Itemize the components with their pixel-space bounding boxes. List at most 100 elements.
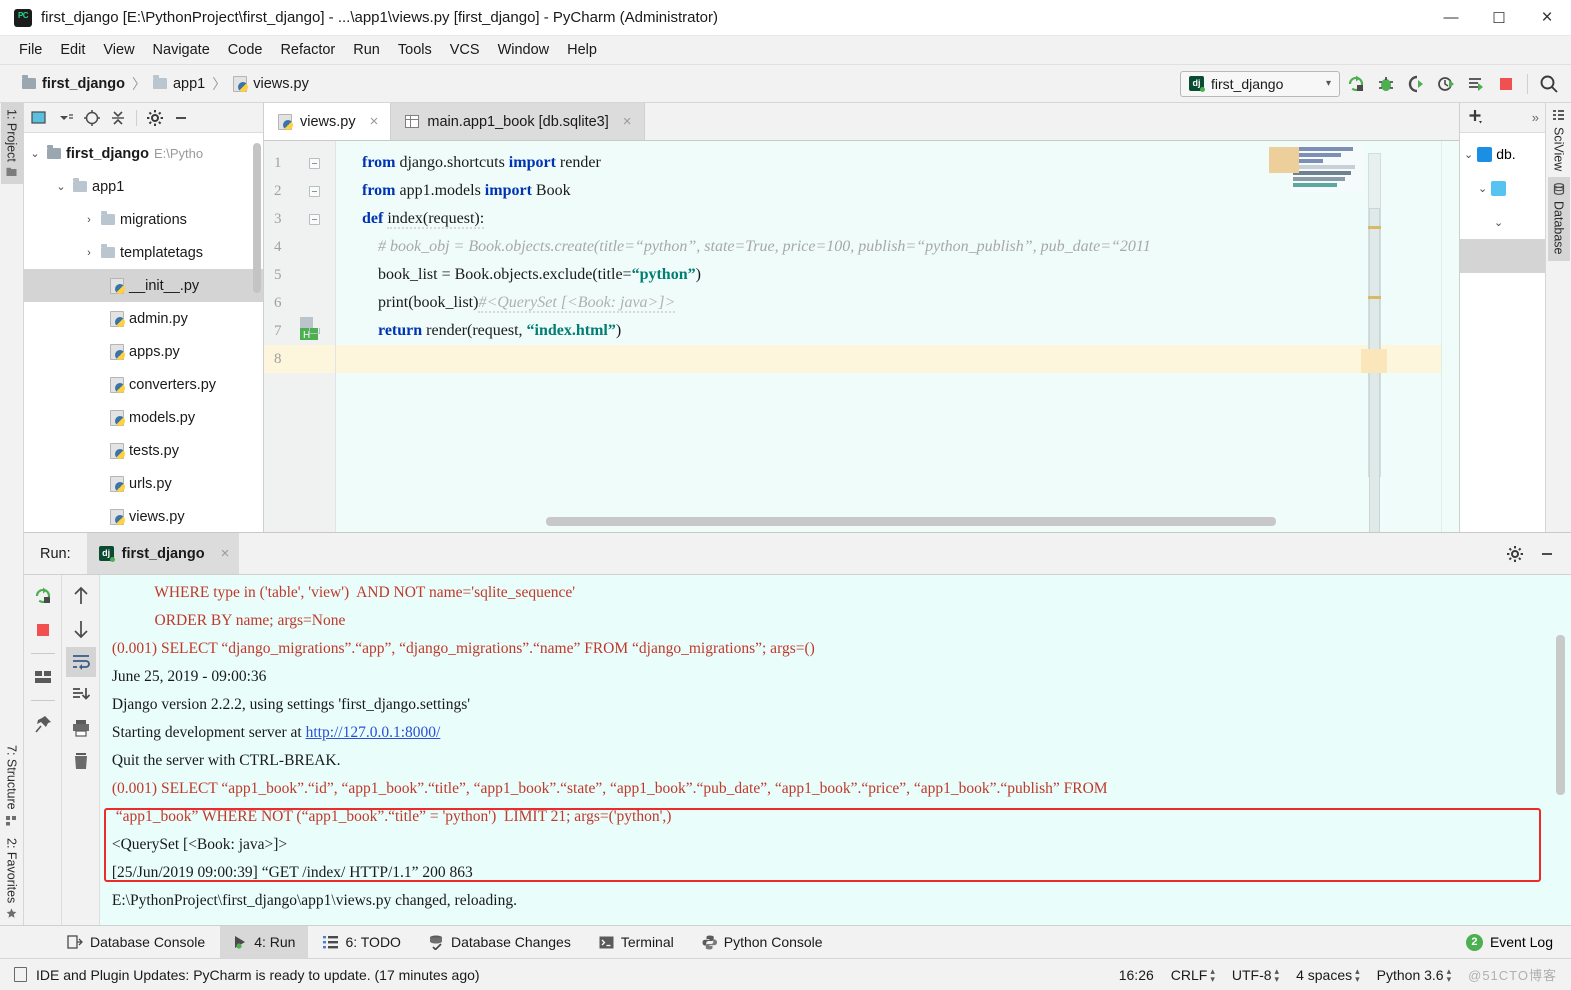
collapse-all-icon[interactable] [106, 106, 130, 130]
tree-item-urls-py[interactable]: urls.py [24, 467, 263, 500]
stop-icon[interactable] [1492, 70, 1520, 98]
soft-wrap-icon[interactable] [65, 647, 96, 677]
menu-edit[interactable]: Edit [51, 39, 94, 61]
minimize-button[interactable]: — [1427, 0, 1475, 35]
project-tree[interactable]: ⌄ first_django E:\Pytho ⌄ app1 › migrati… [24, 133, 263, 532]
clear-all-icon[interactable] [66, 746, 96, 776]
up-icon[interactable] [66, 581, 96, 611]
menu-tools[interactable]: Tools [389, 39, 441, 61]
console-scrollbar[interactable] [1556, 635, 1565, 795]
tab-terminal[interactable]: Terminal [586, 926, 687, 959]
fold-marker-end[interactable] [307, 317, 321, 345]
run-with-console-icon[interactable] [1462, 70, 1490, 98]
stop-icon[interactable] [28, 615, 58, 645]
sidebar-item-structure[interactable]: 7: Structure [1, 739, 23, 832]
db-tree-row-tables[interactable]: ⌄ [1460, 205, 1545, 239]
tree-item-converters-py[interactable]: converters.py [24, 368, 263, 401]
pin-icon[interactable] [28, 709, 58, 739]
plus-icon[interactable] [1466, 107, 1484, 128]
menu-help[interactable]: Help [558, 39, 606, 61]
gear-icon[interactable] [143, 106, 167, 130]
fold-marker[interactable] [307, 205, 321, 233]
run-tab-first-django[interactable]: first_django × [86, 533, 240, 574]
db-tree-row-schema[interactable]: ⌄ [1460, 171, 1545, 205]
chevron-right-icon[interactable]: › [82, 247, 96, 259]
menu-code[interactable]: Code [219, 39, 272, 61]
tree-item-admin-py[interactable]: admin.py [24, 302, 263, 335]
chevron-down-icon[interactable]: ⌄ [1464, 148, 1473, 161]
menu-file[interactable]: File [10, 39, 51, 61]
code-content[interactable]: from django.shortcuts import render from… [336, 141, 1459, 532]
tree-item-app1[interactable]: ⌄ app1 [24, 170, 263, 203]
expand-icon[interactable]: » [1532, 110, 1539, 125]
tab-main-app1-book[interactable]: main.app1_book [db.sqlite3] × [391, 103, 645, 140]
hide-icon[interactable] [1533, 540, 1561, 568]
print-icon[interactable] [66, 713, 96, 743]
scroll-to-end-icon[interactable] [66, 680, 96, 710]
menu-refactor[interactable]: Refactor [271, 39, 344, 61]
editor-horizontal-scrollbar[interactable] [546, 517, 1276, 526]
chevron-down-icon[interactable]: ⌄ [1478, 182, 1487, 195]
run-configuration-selector[interactable]: first_django ▾ [1180, 70, 1340, 97]
menu-view[interactable]: View [94, 39, 143, 61]
status-message[interactable]: IDE and Plugin Updates: PyCharm is ready… [36, 967, 480, 983]
notification-icon[interactable] [14, 967, 27, 982]
menu-window[interactable]: Window [489, 39, 559, 61]
python-interpreter[interactable]: Python 3.6 ▴ ▾ [1377, 966, 1451, 983]
line-separator[interactable]: CRLF ▴ ▾ [1171, 966, 1215, 983]
tab-database-console[interactable]: Database Console [54, 926, 218, 959]
tab-todo[interactable]: 6: TODO [310, 926, 414, 959]
layout-icon[interactable] [28, 662, 58, 692]
chevron-down-icon[interactable]: ⌄ [28, 147, 42, 160]
menu-navigate[interactable]: Navigate [144, 39, 219, 61]
db-tree-row-db-sqlite3[interactable]: ⌄ db. [1460, 137, 1545, 171]
tree-item-views-py[interactable]: views.py [24, 500, 263, 532]
fold-marker[interactable] [307, 149, 321, 177]
chevron-right-icon[interactable]: › [82, 214, 96, 226]
editor-minimap[interactable] [1291, 145, 1363, 193]
fold-marker[interactable] [307, 177, 321, 205]
caret-position[interactable]: 16:26 [1119, 967, 1154, 983]
chevron-down-icon[interactable]: ⌄ [54, 180, 68, 193]
coverage-icon[interactable] [1402, 70, 1430, 98]
chevron-down-icon[interactable]: ⌄ [1494, 216, 1503, 229]
code-folding-column[interactable] [307, 149, 321, 345]
sidebar-item-database[interactable]: Database [1547, 177, 1570, 261]
editor-vertical-scrollbar[interactable] [1368, 153, 1381, 532]
hide-icon[interactable] [169, 106, 193, 130]
tab-python-console[interactable]: Python Console [689, 926, 836, 959]
search-everywhere-icon[interactable] [1535, 70, 1563, 98]
maximize-button[interactable]: ☐ [1475, 0, 1523, 35]
editor-error-stripe[interactable] [1441, 141, 1459, 532]
run-icon[interactable] [1342, 70, 1370, 98]
view-options-icon[interactable] [54, 106, 78, 130]
down-icon[interactable] [66, 614, 96, 644]
tree-item-models-py[interactable]: models.py [24, 401, 263, 434]
select-opened-file-icon[interactable] [28, 106, 52, 130]
debug-icon[interactable] [1372, 70, 1400, 98]
tree-item-init-py[interactable]: __init__.py [24, 269, 263, 302]
breadcrumb-app1[interactable]: app1 [152, 75, 205, 92]
project-tree-scrollbar[interactable] [253, 143, 261, 293]
tab-views-py[interactable]: views.py × [264, 103, 392, 140]
tree-item-tests-py[interactable]: tests.py [24, 434, 263, 467]
tab-database-changes[interactable]: Database Changes [416, 926, 584, 959]
tab-run[interactable]: 4: Run [220, 925, 309, 959]
locate-icon[interactable] [80, 106, 104, 130]
editor-gutter[interactable]: 1 2 3 4 5 6 7 8 H [264, 141, 336, 532]
rerun-icon[interactable] [28, 581, 58, 611]
database-tree[interactable]: ⌄ db. ⌄ ⌄ [1460, 133, 1545, 532]
profile-icon[interactable] [1432, 70, 1460, 98]
breadcrumb-first-django[interactable]: first_django [22, 75, 125, 92]
sidebar-item-project[interactable]: 1: Project [0, 103, 23, 184]
close-icon[interactable]: × [623, 113, 632, 130]
server-url-link[interactable]: http://127.0.0.1:8000/ [306, 724, 441, 741]
tree-item-first-django[interactable]: ⌄ first_django E:\Pytho [24, 137, 263, 170]
close-icon[interactable]: × [370, 113, 379, 130]
menu-run[interactable]: Run [344, 39, 389, 61]
run-console-output[interactable]: WHERE type in ('table', 'view') AND NOT … [100, 575, 1571, 925]
menu-vcs[interactable]: VCS [441, 39, 489, 61]
tree-item-migrations[interactable]: › migrations [24, 203, 263, 236]
file-encoding[interactable]: UTF-8 ▴ ▾ [1232, 966, 1279, 983]
tree-item-templatetags[interactable]: › templatetags [24, 236, 263, 269]
